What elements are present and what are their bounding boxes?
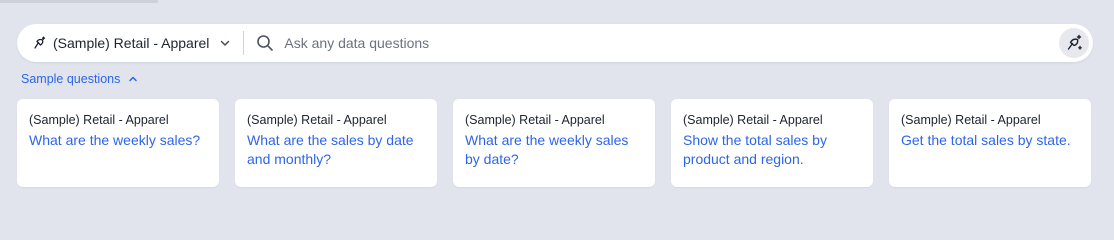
card-question-text: What are the weekly sales? bbox=[29, 132, 201, 148]
sample-question-card[interactable]: (Sample) Retail - Apparel Get the total … bbox=[889, 99, 1091, 187]
chevron-down-icon bbox=[219, 37, 231, 49]
card-source-label: (Sample) Retail - Apparel bbox=[247, 113, 387, 127]
card-question-text: What are the weekly sales by date? bbox=[465, 132, 629, 167]
card-question-text: Get the total sales by state. bbox=[901, 132, 1071, 148]
ai-source-icon bbox=[32, 36, 46, 50]
ai-assistant-button[interactable] bbox=[1059, 28, 1089, 58]
top-divider-line bbox=[0, 0, 158, 3]
card-source-label: (Sample) Retail - Apparel bbox=[465, 113, 605, 127]
sample-question-card[interactable]: (Sample) Retail - Apparel Show the total… bbox=[671, 99, 873, 187]
search-input[interactable] bbox=[282, 23, 1059, 63]
search-bar: (Sample) Retail - Apparel bbox=[17, 23, 1093, 63]
sample-questions-toggle[interactable]: Sample questions bbox=[21, 72, 138, 86]
card-question-text: Show the total sales by product and regi… bbox=[683, 132, 827, 167]
search-icon bbox=[256, 34, 274, 52]
data-source-selector[interactable]: (Sample) Retail - Apparel bbox=[17, 24, 243, 62]
sparkle-ai-icon bbox=[1065, 34, 1083, 52]
sample-questions-label: Sample questions bbox=[21, 72, 121, 86]
search-divider bbox=[243, 31, 245, 55]
card-source-label: (Sample) Retail - Apparel bbox=[901, 113, 1041, 127]
card-question-text: What are the sales by date and monthly? bbox=[247, 132, 414, 167]
card-source-label: (Sample) Retail - Apparel bbox=[29, 113, 169, 127]
data-source-label: (Sample) Retail - Apparel bbox=[53, 35, 210, 51]
sample-question-card[interactable]: (Sample) Retail - Apparel What are the w… bbox=[17, 99, 219, 187]
sample-question-card[interactable]: (Sample) Retail - Apparel What are the w… bbox=[453, 99, 655, 187]
chevron-up-icon bbox=[128, 74, 138, 84]
card-source-label: (Sample) Retail - Apparel bbox=[683, 113, 823, 127]
sample-question-card[interactable]: (Sample) Retail - Apparel What are the s… bbox=[235, 99, 437, 187]
